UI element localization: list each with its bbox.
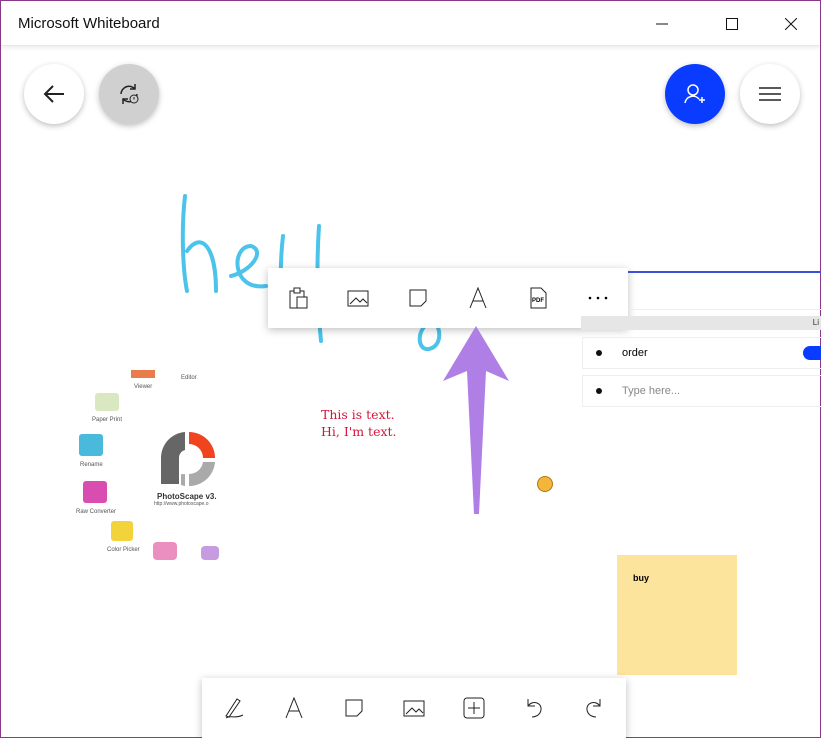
add-person-icon — [684, 84, 705, 104]
insert-pdf-button[interactable]: PDF — [508, 268, 568, 328]
pdf-icon: PDF — [530, 287, 547, 309]
label-paper-print: Paper Print — [92, 417, 123, 423]
sticky-note[interactable]: buy — [617, 555, 737, 675]
label-raw-converter: Raw Converter — [76, 509, 117, 515]
list-divider — [628, 309, 821, 310]
emoji-laughing[interactable] — [537, 476, 553, 492]
bottom-toolbar — [202, 678, 626, 738]
label-color-picker: Color Picker — [107, 547, 140, 553]
svg-text:PDF: PDF — [532, 298, 544, 304]
redo-icon — [586, 699, 601, 718]
sticky-note-icon — [409, 289, 427, 307]
photoscape-logo — [160, 432, 215, 487]
list-placeholder[interactable]: Type here... — [622, 385, 680, 397]
list-item[interactable]: order — [582, 337, 821, 369]
sticky-note-icon — [345, 699, 363, 717]
app-icon — [153, 542, 177, 560]
text-line: Hi, I'm text. — [321, 424, 397, 439]
clipboard-icon — [289, 287, 308, 309]
paper-print-icon — [95, 393, 119, 411]
label-viewer: Viewer — [134, 384, 153, 390]
minimize-button[interactable] — [639, 9, 685, 39]
app-icon — [201, 546, 219, 560]
pen-icon — [225, 698, 244, 719]
title-bar: Microsoft Whiteboard — [1, 1, 820, 46]
hamburger-icon — [759, 87, 781, 101]
image-button[interactable] — [384, 678, 444, 738]
photoscape-title: PhotoScape v3. — [157, 492, 217, 501]
more-icon — [588, 296, 608, 300]
annotation-arrow — [443, 326, 509, 514]
menu-button[interactable] — [740, 64, 800, 124]
minimize-icon — [656, 23, 668, 25]
rename-icon — [79, 434, 103, 456]
list-header: Li — [581, 316, 821, 330]
like-icon[interactable] — [803, 346, 821, 360]
insert-toolbar: PDF — [268, 268, 628, 328]
text-button[interactable] — [264, 678, 324, 738]
paste-button[interactable] — [268, 268, 328, 328]
undo-icon — [527, 699, 542, 718]
viewer-icon — [131, 370, 155, 378]
bullet-icon — [596, 388, 602, 394]
list-top-border — [628, 271, 821, 273]
arrow-left-icon — [43, 85, 64, 103]
text-icon — [469, 287, 487, 309]
list-new-item[interactable]: Type here... — [582, 375, 821, 407]
window-title: Microsoft Whiteboard — [18, 15, 160, 32]
undo-button[interactable] — [504, 678, 564, 738]
label-editor: Editor — [181, 375, 197, 381]
sticky-note-text: buy — [633, 573, 650, 583]
plus-box-icon — [463, 697, 485, 719]
text-line: This is text. — [321, 407, 395, 422]
maximize-button[interactable] — [709, 9, 755, 39]
pen-button[interactable] — [204, 678, 264, 738]
bullet-icon — [596, 350, 602, 356]
note-button[interactable] — [324, 678, 384, 738]
insert-button[interactable] — [444, 678, 504, 738]
insert-note-button[interactable] — [388, 268, 448, 328]
color-picker-icon — [111, 521, 133, 541]
image-icon — [403, 700, 425, 717]
sync-error-icon — [120, 84, 139, 104]
close-icon — [785, 18, 797, 30]
sync-button[interactable] — [99, 64, 159, 124]
photoscape-url: http://www.photoscape.o — [154, 501, 209, 507]
maximize-icon — [726, 18, 738, 30]
back-button[interactable] — [24, 64, 84, 124]
insert-image-button[interactable] — [328, 268, 388, 328]
insert-text-button[interactable] — [448, 268, 508, 328]
close-button[interactable] — [768, 9, 814, 39]
text-icon — [285, 697, 303, 719]
invite-button[interactable] — [665, 64, 725, 124]
text-box[interactable]: This is text. Hi, I'm text. — [321, 406, 397, 440]
redo-button[interactable] — [564, 678, 624, 738]
list-item-text: order — [622, 347, 648, 359]
image-icon — [347, 290, 369, 307]
label-rename: Rename — [80, 462, 103, 468]
photoscape-image[interactable]: Editor Viewer Paper Print Rename Raw Con… — [71, 366, 219, 566]
raw-converter-icon — [83, 481, 107, 503]
